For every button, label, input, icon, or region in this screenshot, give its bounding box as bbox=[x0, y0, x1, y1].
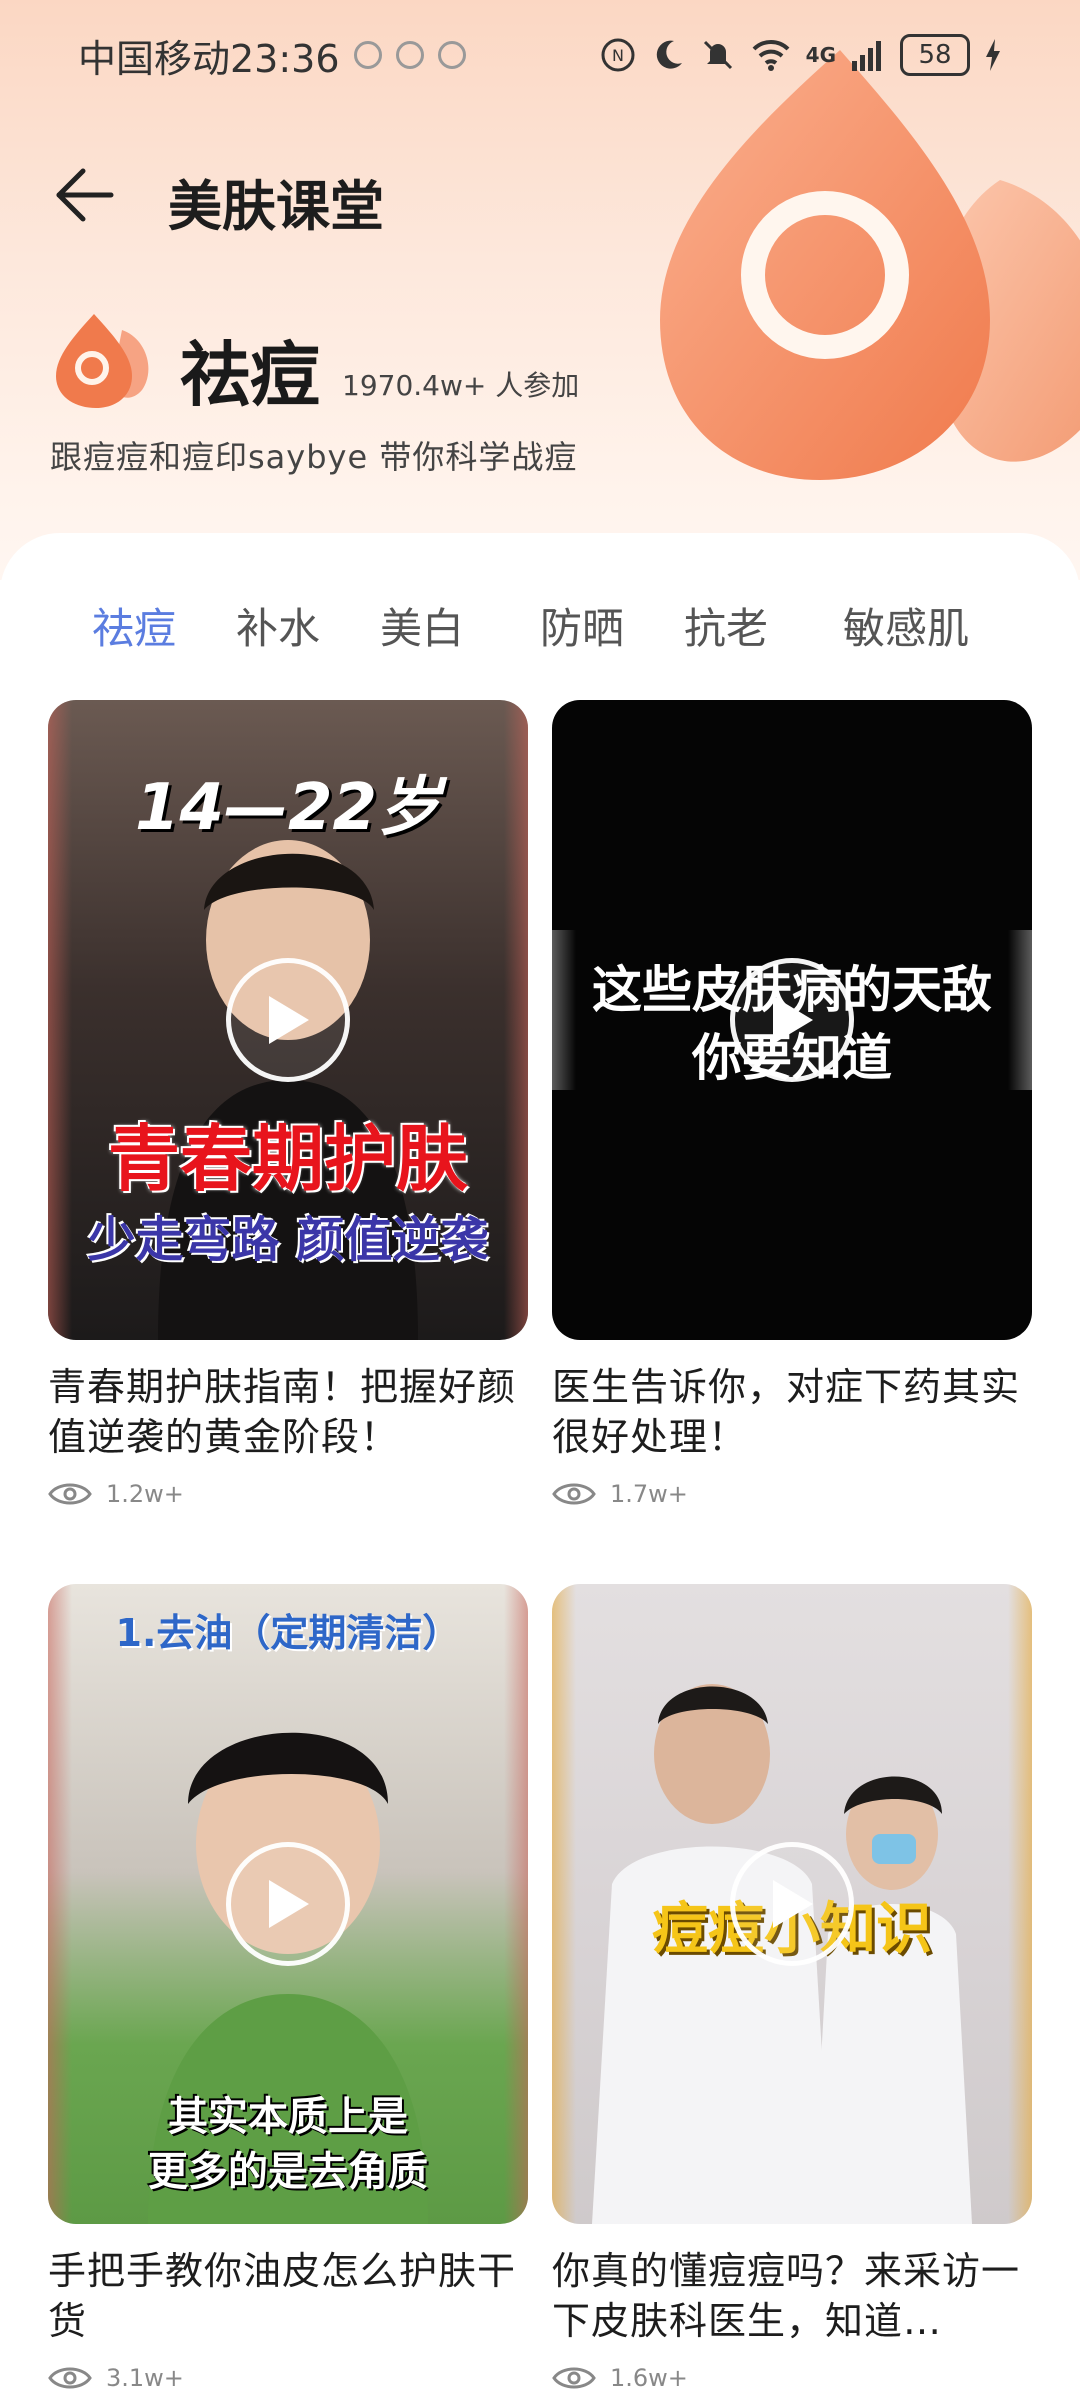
view-count: 1.2w+ bbox=[48, 1480, 528, 1508]
video-title[interactable]: 手把手教你油皮怎么护肤干货 bbox=[48, 2246, 528, 2346]
top-bar: 美肤课堂 bbox=[0, 140, 1080, 250]
view-count: 3.1w+ bbox=[48, 2364, 528, 2392]
video-card[interactable]: 1.去油（定期清洁） 其实本质上是 更多的是去角质 手把手教你油皮怎么护肤干货 … bbox=[48, 1584, 528, 2392]
wifi-icon bbox=[752, 39, 790, 71]
signal-icon bbox=[852, 41, 881, 71]
video-card[interactable]: 痘痘小知识 你真的懂痘痘吗？来采访一下皮肤科医生，知道… 1.6w+ bbox=[552, 1584, 1032, 2392]
page-title: 美肤课堂 bbox=[168, 175, 384, 238]
notification-icon bbox=[353, 41, 382, 69]
tab-hydration[interactable]: 补水 bbox=[236, 595, 320, 656]
view-count-value: 1.2w+ bbox=[106, 1480, 184, 1508]
play-icon bbox=[773, 996, 813, 1044]
category-tabs: 祛痘 补水 美白 防晒 抗老 敏感肌 bbox=[0, 595, 1080, 675]
carrier-time: 中国移动23:36 bbox=[78, 36, 340, 81]
video-title[interactable]: 医生告诉你，对症下药其实很好处理！ bbox=[552, 1362, 1032, 1462]
tab-sunscreen[interactable]: 防晒 bbox=[540, 595, 624, 656]
eye-icon bbox=[552, 1483, 596, 1505]
view-count-value: 1.7w+ bbox=[610, 1480, 688, 1508]
tab-sensitive-skin[interactable]: 敏感肌 bbox=[843, 595, 969, 656]
topic-description: 跟痘痘和痘印saybye 带你科学战痘 bbox=[50, 438, 578, 476]
overlay-top-text: 14—22岁 bbox=[134, 771, 442, 845]
participant-count: 1970.4w+ 人参加 bbox=[342, 369, 580, 402]
video-card[interactable]: 14—22岁 青春期护肤 少走弯路 颜值逆袭 青春期护肤指南！把握好颜值逆袭的黄… bbox=[48, 700, 528, 1508]
bell-muted-icon bbox=[703, 40, 732, 70]
status-bar: 中国移动23:36 N 4G 58 bbox=[0, 0, 1080, 110]
charging-icon bbox=[986, 39, 1000, 71]
battery-indicator: 58 bbox=[900, 34, 970, 76]
play-button[interactable] bbox=[226, 958, 350, 1082]
topic-header: 祛痘 1970.4w+ 人参加 bbox=[50, 310, 579, 410]
video-thumbnail[interactable]: 14—22岁 青春期护肤 少走弯路 颜值逆袭 bbox=[48, 700, 528, 1340]
network-type: 4G bbox=[805, 43, 836, 67]
notification-icon bbox=[395, 41, 424, 69]
moon-icon bbox=[656, 40, 682, 69]
play-button[interactable] bbox=[730, 1842, 854, 1966]
play-button[interactable] bbox=[226, 1842, 350, 1966]
play-icon bbox=[269, 996, 309, 1044]
eye-icon bbox=[48, 2367, 92, 2389]
view-count: 1.7w+ bbox=[552, 1480, 1032, 1508]
tab-acne[interactable]: 祛痘 bbox=[92, 595, 176, 656]
eye-icon bbox=[48, 1483, 92, 1505]
video-thumbnail[interactable]: 这些皮肤病的天敌 你要知道 bbox=[552, 700, 1032, 1340]
eye-icon bbox=[552, 2367, 596, 2389]
overlay-sub-text: 少走弯路 颜值逆袭 bbox=[87, 1212, 489, 1268]
video-title[interactable]: 青春期护肤指南！把握好颜值逆袭的黄金阶段！ bbox=[48, 1362, 528, 1462]
topic-logo-icon bbox=[56, 314, 149, 408]
notification-icon bbox=[437, 41, 466, 69]
overlay-main-text: 青春期护肤 bbox=[107, 1117, 468, 1201]
topic-name: 祛痘 bbox=[180, 334, 320, 416]
back-button[interactable] bbox=[50, 160, 120, 230]
play-icon bbox=[269, 1880, 309, 1928]
video-thumbnail[interactable]: 痘痘小知识 bbox=[552, 1584, 1032, 2224]
video-card[interactable]: 这些皮肤病的天敌 你要知道 医生告诉你，对症下药其实很好处理！ 1.7w+ bbox=[552, 700, 1032, 1508]
arrow-left-icon bbox=[56, 168, 114, 222]
view-count-value: 3.1w+ bbox=[106, 2364, 184, 2392]
view-count: 1.6w+ bbox=[552, 2364, 1032, 2392]
svg-text:N: N bbox=[612, 46, 624, 65]
video-thumbnail[interactable]: 1.去油（定期清洁） 其实本质上是 更多的是去角质 bbox=[48, 1584, 528, 2224]
play-icon bbox=[773, 1880, 813, 1928]
video-title[interactable]: 你真的懂痘痘吗？来采访一下皮肤科医生，知道… bbox=[552, 2246, 1032, 2346]
overlay-line2: 更多的是去角质 bbox=[148, 2149, 428, 2195]
nfc-icon: N bbox=[601, 38, 635, 72]
overlay-line1: 其实本质上是 bbox=[168, 2094, 408, 2140]
tab-anti-aging[interactable]: 抗老 bbox=[684, 595, 768, 656]
overlay-top-text: 1.去油（定期清洁） bbox=[115, 1611, 461, 1655]
tab-whitening[interactable]: 美白 bbox=[380, 595, 464, 656]
play-button[interactable] bbox=[730, 958, 854, 1082]
view-count-value: 1.6w+ bbox=[610, 2364, 688, 2392]
